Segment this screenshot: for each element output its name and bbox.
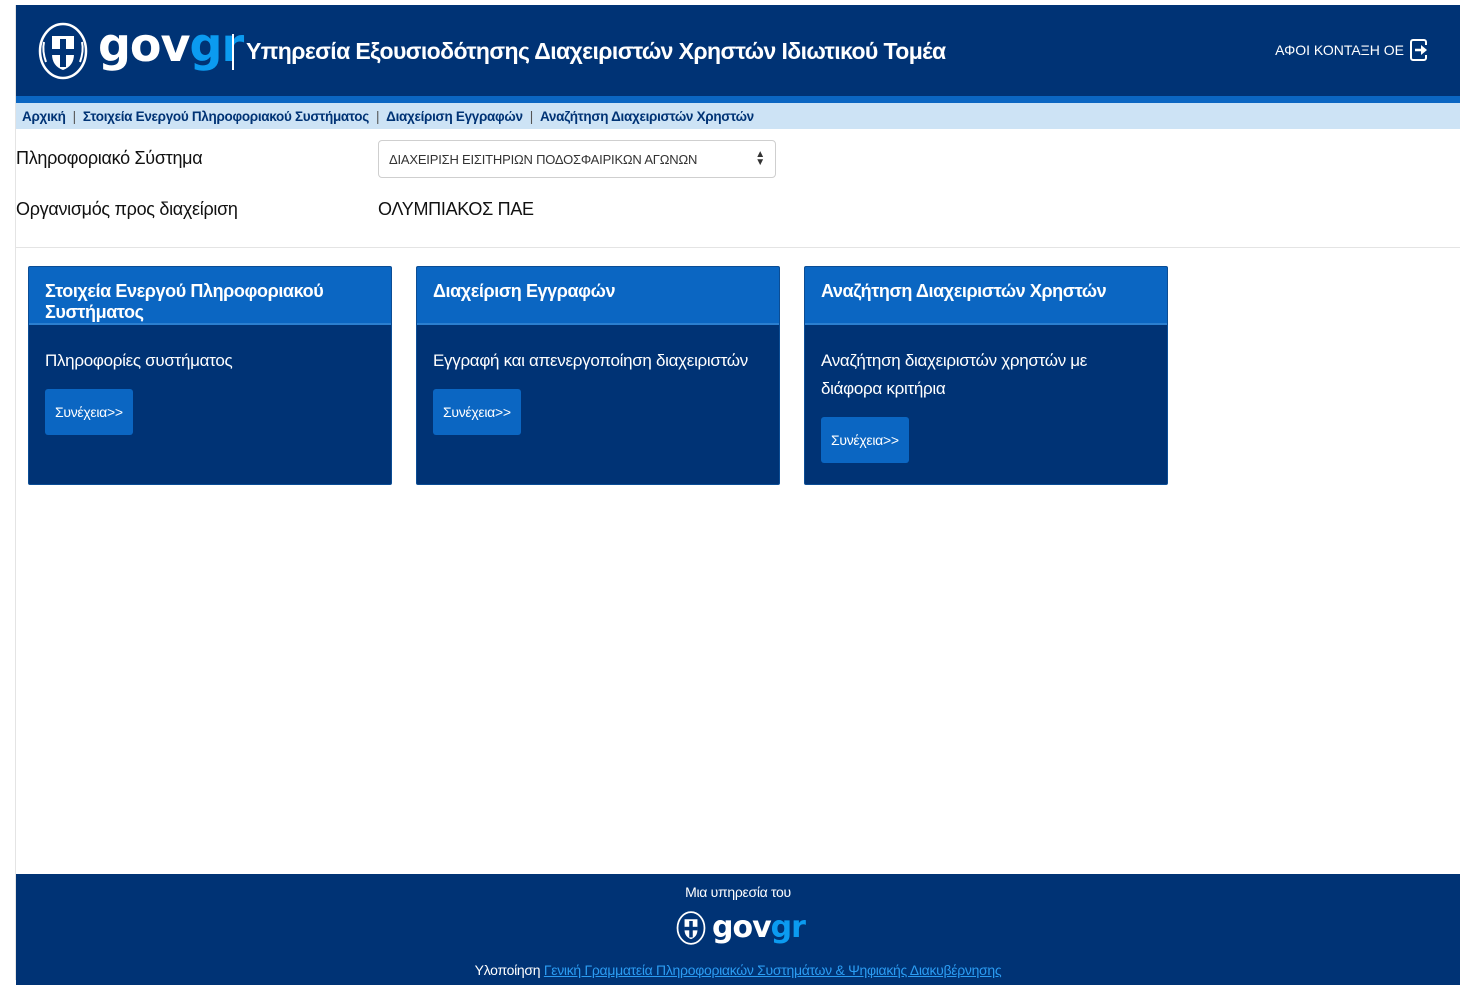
footer: Μια υπηρεσία του govgr Υλοποίηση Γενική … bbox=[16, 874, 1460, 985]
continue-button[interactable]: Συνέχεια>> bbox=[821, 417, 909, 463]
continue-button[interactable]: Συνέχεια>> bbox=[45, 389, 133, 435]
breadcrumb-system-info[interactable]: Στοιχεία Ενεργού Πληροφοριακού Συστήματο… bbox=[83, 109, 369, 124]
divider bbox=[16, 247, 1460, 248]
breadcrumb-separator: | bbox=[72, 108, 77, 124]
breadcrumb-separator: | bbox=[529, 108, 534, 124]
logo-gov-text: gov bbox=[98, 18, 191, 72]
org-value: ΟΛΥΜΠΙΑΚΟΣ ΠΑΕ bbox=[378, 199, 534, 219]
page: govgr Υπηρεσία Εξουσιοδότησης Διαχειριστ… bbox=[15, 5, 1460, 985]
card-registrations: Διαχείριση Εγγραφών Εγγραφή και απενεργο… bbox=[416, 266, 780, 485]
user-name: ΑΦΟΙ ΚΟΝΤΑΞΗ ΟΕ bbox=[1275, 42, 1404, 58]
breadcrumb-registrations[interactable]: Διαχείριση Εγγραφών bbox=[386, 109, 523, 124]
logo-gr-text: gr bbox=[189, 18, 245, 72]
logout-button[interactable]: ΑΦΟΙ ΚΟΝΤΑΞΗ ΟΕ bbox=[1275, 39, 1430, 61]
card-title: Αναζήτηση Διαχειριστών Χρηστών bbox=[805, 267, 1167, 325]
footer-logo-gov: gov bbox=[712, 910, 772, 945]
govgr-logo[interactable]: govgr bbox=[98, 18, 245, 72]
header: govgr Υπηρεσία Εξουσιοδότησης Διαχειριστ… bbox=[16, 5, 1460, 103]
breadcrumb-separator: | bbox=[375, 108, 380, 124]
footer-service-text: Μια υπηρεσία του bbox=[685, 884, 791, 900]
system-select[interactable]: ΔΙΑΧΕΙΡΙΣΗ ΕΙΣΙΤΗΡΙΩΝ ΠΟΔΟΣΦΑΙΡΙΚΩΝ ΑΓΩΝ… bbox=[378, 140, 776, 178]
greek-emblem-icon bbox=[38, 22, 88, 80]
card-description: Εγγραφή και απενεργοποίηση διαχειριστών bbox=[433, 351, 748, 370]
breadcrumb-home[interactable]: Αρχική bbox=[22, 109, 66, 124]
card-search-admins: Αναζήτηση Διαχειριστών Χρηστών Αναζήτηση… bbox=[804, 266, 1168, 485]
system-label: Πληροφοριακό Σύστημα bbox=[16, 148, 203, 168]
footer-implementation: Υλοποίηση Γενική Γραμματεία Πληροφοριακώ… bbox=[16, 962, 1460, 978]
footer-govgr-logo[interactable]: govgr bbox=[676, 910, 806, 945]
card-title: Διαχείριση Εγγραφών bbox=[417, 267, 779, 325]
org-label: Οργανισμός προς διαχείριση bbox=[16, 199, 238, 219]
card-description: Αναζήτηση διαχειριστών χρηστών με διάφορ… bbox=[821, 351, 1088, 398]
footer-impl-label: Υλοποίηση bbox=[474, 962, 541, 978]
footer-impl-link[interactable]: Γενική Γραμματεία Πληροφοριακών Συστημάτ… bbox=[544, 962, 1002, 978]
footer-logo-gr: gr bbox=[770, 910, 806, 945]
logout-icon bbox=[1410, 39, 1429, 61]
continue-button[interactable]: Συνέχεια>> bbox=[433, 389, 521, 435]
breadcrumb: Αρχική | Στοιχεία Ενεργού Πληροφοριακού … bbox=[16, 103, 1460, 129]
greek-emblem-icon bbox=[676, 910, 706, 945]
card-system-info: Στοιχεία Ενεργού Πληροφοριακού Συστήματο… bbox=[28, 266, 392, 485]
breadcrumb-search-admins[interactable]: Αναζήτηση Διαχειριστών Χρηστών bbox=[540, 109, 754, 124]
system-select-value: ΔΙΑΧΕΙΡΙΣΗ ΕΙΣΙΤΗΡΙΩΝ ΠΟΔΟΣΦΑΙΡΙΚΩΝ ΑΓΩΝ… bbox=[389, 151, 698, 167]
card-title: Στοιχεία Ενεργού Πληροφοριακού Συστήματο… bbox=[29, 267, 391, 325]
header-divider bbox=[232, 34, 234, 70]
select-arrows-icon: ▲ ▼ bbox=[755, 149, 765, 168]
card-description: Πληροφορίες συστήματος bbox=[45, 351, 233, 370]
page-title: Υπηρεσία Εξουσιοδότησης Διαχειριστών Χρη… bbox=[246, 38, 946, 64]
